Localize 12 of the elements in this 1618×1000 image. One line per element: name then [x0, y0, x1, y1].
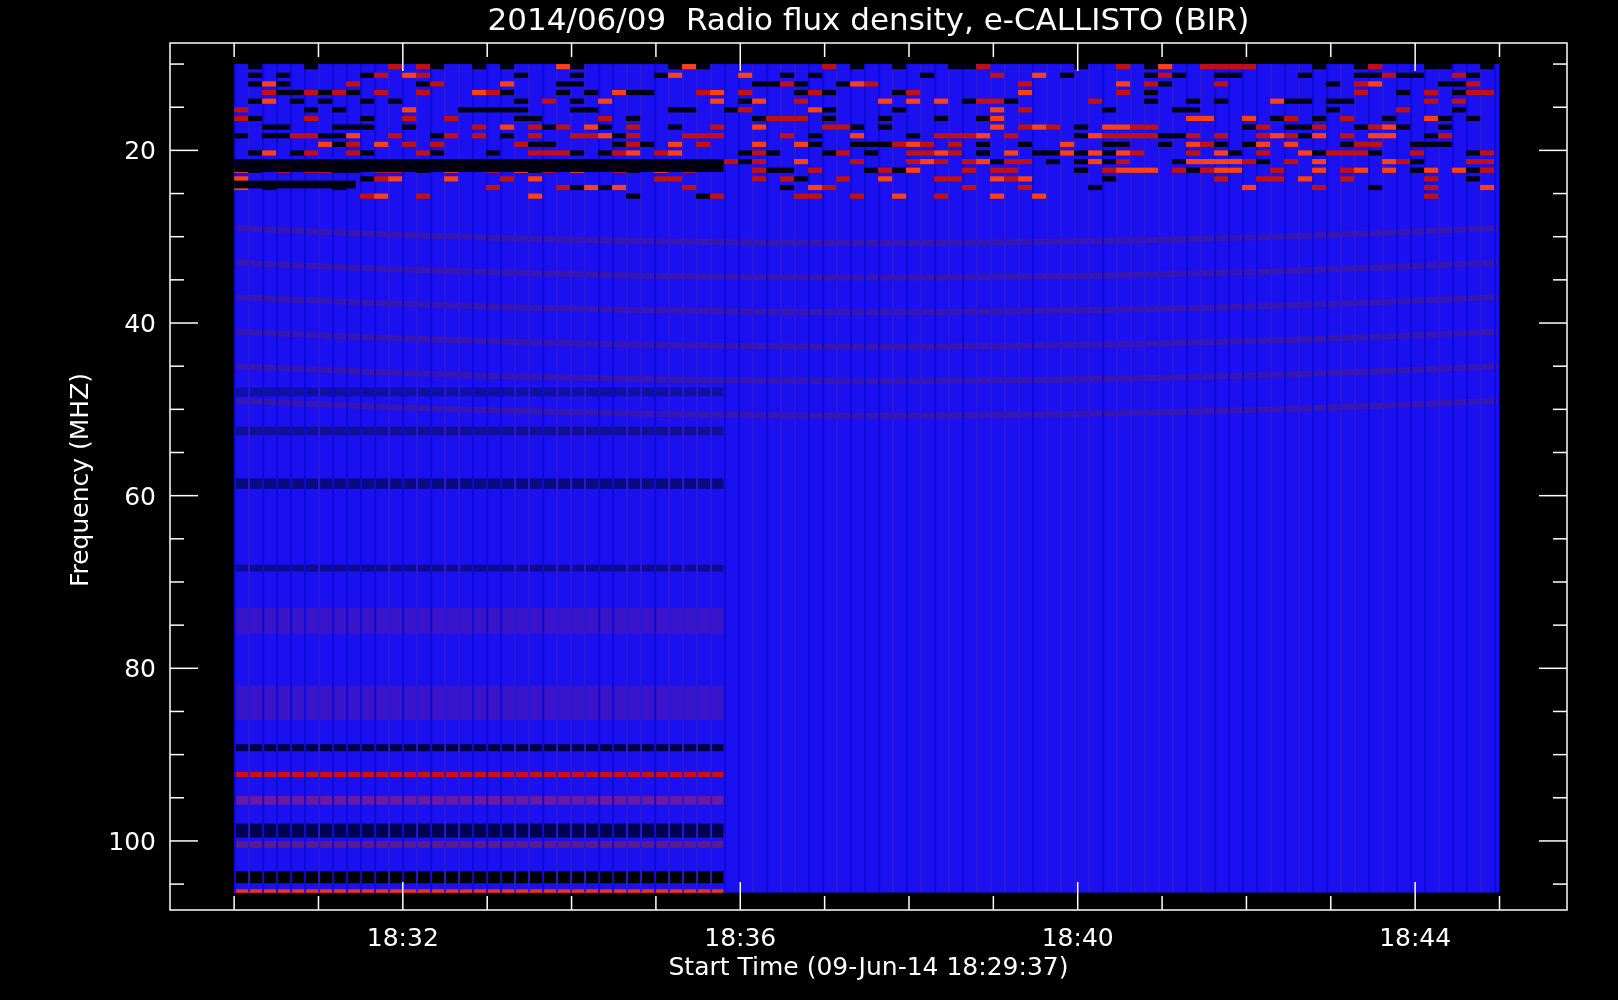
x-tick-label: 18:32 [366, 923, 439, 952]
y-tick-label: 40 [124, 309, 156, 338]
y-tick-label: 100 [108, 826, 156, 856]
x-tick-label: 18:40 [1041, 923, 1114, 952]
y-tick-label: 80 [124, 654, 156, 684]
y-tick-label: 60 [124, 481, 156, 511]
x-tick-label: 18:44 [1379, 923, 1452, 952]
y-tick-label: 20 [124, 136, 156, 166]
chart-title: 2014/06/09 Radio flux density, e-CALLISTO (BIR) [487, 1, 1250, 37]
x-tick-label: 18:36 [704, 923, 777, 952]
x-axis-label: Start Time (09-Jun-14 18:29:37) [668, 952, 1069, 981]
y-axis-label: Frequency (MHZ) [65, 372, 94, 588]
